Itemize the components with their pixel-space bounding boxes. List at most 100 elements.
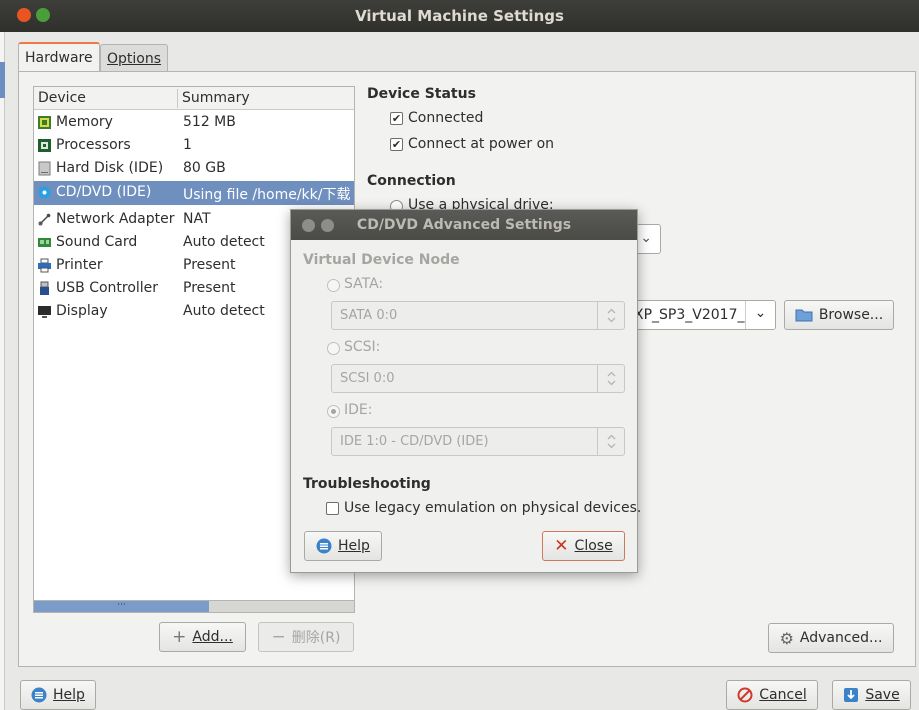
memory-icon — [38, 116, 51, 129]
device-row-memory[interactable]: Memory 512 MB — [34, 111, 354, 134]
device-name: Sound Card — [56, 234, 138, 250]
device-summary: 1 — [183, 137, 192, 153]
window-titlebar[interactable]: Virtual Machine Settings — [0, 0, 919, 32]
network-adapter-icon — [38, 213, 51, 226]
minus-icon: − — [271, 627, 286, 647]
help-icon — [316, 538, 332, 554]
scsi-radio[interactable] — [327, 342, 340, 355]
device-summary: Using file /home/kk/下载 — [183, 187, 351, 203]
connected-checkbox[interactable]: ✔ — [390, 112, 403, 125]
dialog-help-label: Help — [338, 538, 370, 554]
ide-value: IDE 1:0 - CD/DVD (IDE) — [340, 434, 489, 449]
scsi-combo[interactable]: SCSI 0:0 — [331, 364, 625, 393]
device-row-processors[interactable]: Processors 1 — [34, 134, 354, 157]
save-button[interactable]: Save — [832, 680, 911, 710]
hard-disk-icon — [38, 161, 51, 176]
device-summary: Present — [183, 280, 236, 296]
dialog-title: CD/DVD Advanced Settings — [356, 217, 572, 233]
sata-radio[interactable] — [327, 279, 340, 292]
device-row-cd-dvd[interactable]: CD/DVD (IDE) Using file /home/kk/下载 — [34, 181, 354, 205]
device-summary: Present — [183, 257, 236, 273]
gears-icon: ⚙ — [779, 628, 794, 648]
save-icon — [844, 688, 859, 702]
ide-radio[interactable] — [327, 405, 340, 418]
scsi-value: SCSI 0:0 — [340, 371, 395, 386]
ide-label[interactable]: IDE: — [344, 402, 372, 418]
column-header-summary[interactable]: Summary — [182, 90, 250, 106]
iso-file-combo[interactable]: XP_SP3_V2017_1 ⌄ — [625, 300, 776, 330]
cancel-label: Cancel — [759, 687, 807, 703]
tab-options[interactable]: Options — [100, 44, 169, 72]
background-window-edge — [0, 32, 5, 710]
chevron-down-icon: ⌄ — [745, 301, 775, 329]
scrollbar-thumb[interactable]: ··· — [34, 601, 209, 612]
device-name: CD/DVD (IDE) — [56, 184, 152, 200]
device-name: Printer — [56, 257, 103, 273]
device-summary: Auto detect — [183, 234, 265, 250]
device-row-hard-disk[interactable]: Hard Disk (IDE) 80 GB — [34, 157, 354, 180]
window-maximize-button[interactable] — [36, 8, 50, 22]
cancel-icon — [737, 687, 753, 703]
device-name: Memory — [56, 114, 113, 130]
legacy-emulation-label[interactable]: Use legacy emulation on physical devices… — [344, 500, 641, 516]
troubleshooting-heading: Troubleshooting — [303, 476, 431, 492]
remove-device-label: 删除(R) — [291, 630, 341, 646]
remove-device-button[interactable]: − 删除(R) — [258, 622, 354, 652]
advanced-label: Advanced... — [799, 630, 883, 646]
add-device-button[interactable]: + Add... — [159, 622, 246, 652]
device-name: USB Controller — [56, 280, 159, 296]
cancel-button[interactable]: Cancel — [726, 680, 818, 710]
connected-label[interactable]: Connected — [408, 110, 483, 126]
display-icon — [38, 306, 51, 318]
printer-icon — [38, 258, 51, 273]
virtual-device-node-heading: Virtual Device Node — [303, 252, 460, 268]
column-header-device[interactable]: Device — [38, 90, 86, 106]
dialog-close-button[interactable] — [302, 219, 315, 232]
dialog-help-button[interactable]: Help — [304, 531, 382, 561]
device-name: Processors — [56, 137, 131, 153]
advanced-button[interactable]: ⚙ Advanced... — [768, 623, 894, 653]
processor-icon — [38, 139, 51, 152]
device-name: Hard Disk (IDE) — [56, 160, 164, 176]
ide-combo[interactable]: IDE 1:0 - CD/DVD (IDE) — [331, 427, 625, 456]
spin-arrows-icon — [597, 302, 624, 329]
connect-at-power-on-label[interactable]: Connect at power on — [408, 136, 554, 152]
sound-card-icon — [38, 238, 51, 247]
sata-combo[interactable]: SATA 0:0 — [331, 301, 625, 330]
window-title: Virtual Machine Settings — [355, 7, 564, 25]
tab-hardware-label: Hardware — [25, 50, 93, 66]
help-button[interactable]: Help — [20, 680, 96, 710]
device-name: Display — [56, 303, 108, 319]
dialog-titlebar[interactable]: CD/DVD Advanced Settings — [291, 210, 637, 240]
sata-value: SATA 0:0 — [340, 308, 398, 323]
device-summary: 512 MB — [183, 114, 236, 130]
sata-label[interactable]: SATA: — [344, 276, 383, 292]
horizontal-scrollbar[interactable]: ··· — [34, 600, 354, 612]
folder-icon — [795, 309, 813, 322]
help-icon — [31, 687, 47, 703]
legacy-emulation-checkbox[interactable] — [326, 502, 339, 515]
chevron-down-icon: ⌄ — [640, 230, 652, 246]
add-device-label: Add... — [192, 629, 233, 645]
close-x-icon: ✕ — [554, 536, 569, 556]
scsi-label[interactable]: SCSI: — [344, 339, 380, 355]
tab-hardware[interactable]: Hardware — [18, 42, 100, 73]
dialog-maximize-button[interactable] — [321, 219, 334, 232]
device-summary: Auto detect — [183, 303, 265, 319]
dialog-close-label: Close — [574, 538, 613, 554]
device-name: Network Adapter — [56, 211, 175, 227]
usb-icon — [40, 281, 49, 295]
spin-arrows-icon — [597, 428, 624, 455]
cd-dvd-advanced-dialog[interactable]: CD/DVD Advanced Settings Virtual Device … — [290, 209, 641, 573]
spin-arrows-icon — [597, 365, 624, 392]
device-list-header: Device Summary — [34, 87, 354, 110]
dialog-close-action-button[interactable]: ✕ Close — [542, 531, 625, 561]
device-status-heading: Device Status — [367, 86, 476, 102]
browse-button[interactable]: Browse... — [784, 300, 894, 330]
window-close-button[interactable] — [17, 8, 31, 22]
connect-at-power-on-checkbox[interactable]: ✔ — [390, 138, 403, 151]
device-summary: NAT — [183, 211, 211, 227]
device-summary: 80 GB — [183, 160, 226, 176]
connection-heading: Connection — [367, 173, 456, 189]
browse-label: Browse... — [818, 307, 884, 323]
